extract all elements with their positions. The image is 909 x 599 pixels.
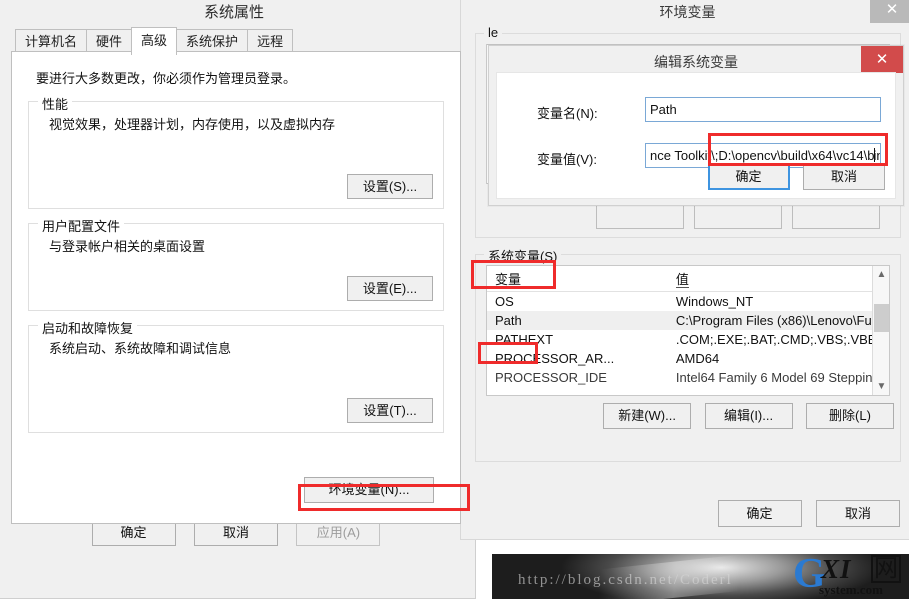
cell-variable-name: Path [487, 311, 668, 330]
table-header-row: 变量 值 [487, 266, 889, 292]
system-properties-body: 计算机名 硬件 高级 系统保护 远程 要进行大多数更改，你必须作为管理员登录。 性能 视… [11, 27, 461, 552]
logo-glyph-wang: 网 [871, 555, 901, 583]
system-properties-window: 系统属性 计算机名 硬件 高级 系统保护 远程 要进行大多数更改，你必须作为管理员登录。… [0, 0, 476, 599]
tab-page-advanced: 要进行大多数更改，你必须作为管理员登录。 性能 视觉效果，处理器计划，内存使用，… [11, 51, 461, 524]
performance-settings-button[interactable]: 设置(S)... [347, 174, 433, 199]
tab-advanced[interactable]: 高级 [131, 27, 178, 55]
group-user-profiles-text: 与登录帐户相关的桌面设置 [49, 239, 206, 254]
watermark-url: http://blog.csdn.net/Coderl [518, 572, 733, 588]
user-edit-button[interactable] [694, 203, 782, 229]
group-user-profiles-legend: 用户配置文件 [38, 216, 125, 235]
system-edit-button[interactable]: 编辑(I)... [704, 403, 793, 429]
scrollbar-thumb[interactable] [874, 304, 889, 332]
tab-strip: 计算机名 硬件 高级 系统保护 远程 [11, 27, 461, 55]
environment-variables-button[interactable]: 环境变量(N)... [304, 477, 434, 503]
site-logo: G XI 网 system.com [793, 551, 905, 597]
close-icon[interactable]: ✕ [861, 46, 903, 73]
edit-system-variable-body: 变量名(N): Path 变量值(V): nce Toolkit\;D:\ope… [496, 72, 896, 199]
user-new-button[interactable] [596, 203, 684, 229]
edit-ok-button[interactable]: 确定 [707, 163, 790, 190]
variable-name-label: 变量名(N): [537, 106, 598, 121]
group-startup-recovery: 启动和故障恢复 系统启动、系统故障和调试信息 设置(T)... [28, 318, 444, 433]
table-row[interactable]: PATHEXT .COM;.EXE;.BAT;.CMD;.VBS;.VBE;.J… [487, 330, 889, 349]
group-performance: 性能 视觉效果，处理器计划，内存使用，以及虚拟内存 设置(S)... [28, 94, 444, 209]
cell-variable-value: Intel64 Family 6 Model 69 Stepping 1, G.… [675, 370, 889, 385]
chevron-up-icon[interactable]: ▲ [873, 266, 889, 283]
system-delete-button[interactable]: 删除(L) [806, 403, 894, 429]
column-header-value: 值 [667, 266, 889, 292]
group-performance-text: 视觉效果，处理器计划，内存使用，以及虚拟内存 [49, 117, 336, 132]
group-startup-recovery-legend: 启动和故障恢复 [38, 318, 138, 337]
column-header-variable: 变量 [487, 266, 668, 292]
startup-recovery-settings-button[interactable]: 设置(T)... [347, 398, 433, 423]
system-variables-table[interactable]: 变量 值 OS Windows_NT Path C:\Program Files… [486, 265, 890, 396]
edit-system-variable-dialog: 编辑系统变量 ✕ 变量名(N): Path 变量值(V): nce Toolki… [488, 45, 904, 206]
table-row[interactable]: PROCESSOR_AR... AMD64 [487, 349, 889, 368]
envvars-ok-button[interactable]: 确定 [717, 500, 802, 527]
cell-variable-name: PATHEXT [495, 332, 554, 347]
table-row[interactable]: OS Windows_NT [487, 292, 889, 312]
user-profiles-settings-button[interactable]: 设置(E)... [347, 276, 433, 301]
table-row[interactable]: PROCESSOR_IDE Intel64 Family 6 Model 69 … [487, 368, 889, 387]
environment-variables-footer: 确定 取消 [708, 500, 900, 527]
system-properties-title: 系统属性 [203, 4, 264, 21]
cell-variable-value: AMD64 [675, 351, 720, 366]
chevron-down-icon[interactable]: ▼ [873, 378, 889, 395]
group-user-profiles: 用户配置文件 与登录帐户相关的桌面设置 设置(E)... [28, 216, 444, 311]
environment-variables-title: 环境变量 [659, 4, 716, 20]
cell-variable-value: Windows_NT [675, 294, 754, 309]
variable-name-row: 变量名(N): Path [497, 95, 895, 129]
cell-variable-value: C:\Program Files (x86)\Lenovo\FusionEn..… [667, 311, 889, 330]
cell-variable-name: PROCESSOR_IDE [495, 370, 607, 385]
group-startup-recovery-text: 系统启动、系统故障和调试信息 [49, 341, 232, 356]
group-performance-legend: 性能 [38, 94, 73, 113]
cell-variable-name: OS [495, 294, 514, 309]
logo-subtitle: system.com [819, 582, 883, 597]
close-icon[interactable]: ✕ [870, 0, 909, 23]
system-variables-button-row: 新建(W)... 编辑(I)... 删除(L) [476, 396, 900, 436]
group-user-variables-legend: le [484, 25, 503, 40]
edit-cancel-button[interactable]: 取消 [803, 163, 885, 190]
variable-value-label: 变量值(V): [537, 152, 597, 167]
system-new-button[interactable]: 新建(W)... [603, 403, 692, 429]
logo-letters-xi: XI [821, 554, 852, 584]
admin-note: 要进行大多数更改，你必须作为管理员登录。 [36, 71, 297, 86]
screen: http://blog.csdn.net/Coderl G XI 网 syste… [0, 0, 909, 599]
table-row[interactable]: Path C:\Program Files (x86)\Lenovo\Fusio… [487, 311, 889, 330]
user-delete-button[interactable] [792, 203, 880, 229]
group-system-variables: 系统变量(S) 变量 值 OS Windows_NT Path C:\Progr… [475, 246, 901, 462]
variable-value-text-before-caret: nce Toolkit\;D:\opencv\build\x64\vc14\b [650, 148, 875, 163]
cell-variable-value: .COM;.EXE;.BAT;.CMD;.VBS;.VBE;.JS;.JSE;.… [675, 332, 889, 347]
cell-variable-name: PROCESSOR_AR... [495, 351, 615, 366]
table-scrollbar[interactable]: ▲ ▼ [872, 266, 889, 395]
group-system-variables-legend: 系统变量(S) [484, 246, 562, 265]
edit-dialog-buttons: 确定 取消 [699, 163, 885, 190]
envvars-cancel-button[interactable]: 取消 [816, 500, 900, 527]
variable-name-input[interactable]: Path [645, 97, 881, 122]
